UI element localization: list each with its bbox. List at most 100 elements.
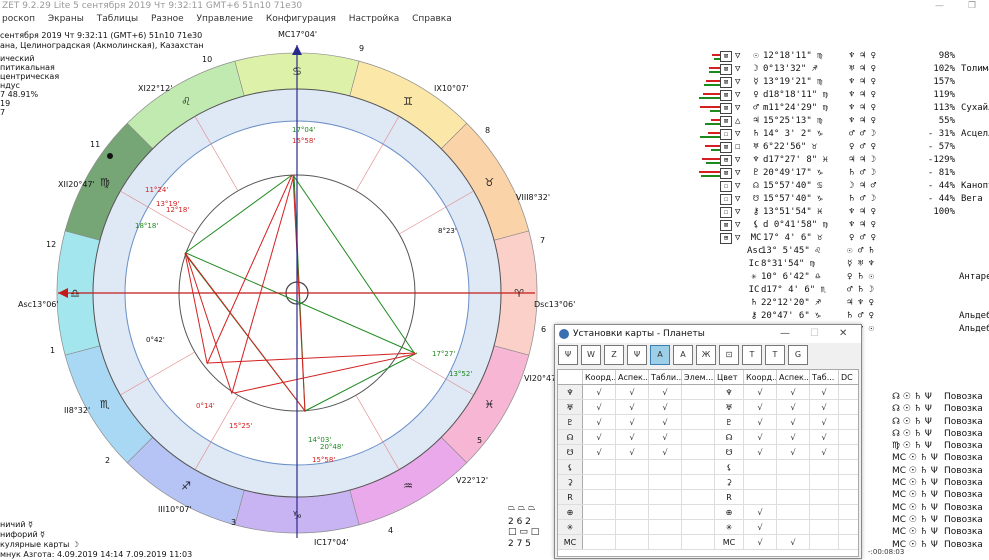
position-checkbox[interactable]: ⊠ <box>720 116 732 127</box>
grid-cell[interactable]: √ <box>648 399 682 415</box>
grid-cell[interactable] <box>681 534 715 550</box>
grid-row[interactable]: ♇ √ √ √ ♇ √ √ √ <box>558 414 858 430</box>
grid-row[interactable]: ♅ √ √ √ ♅ √ √ √ <box>558 399 858 415</box>
grid-cell[interactable] <box>838 474 858 490</box>
grid-cell[interactable]: √ <box>648 429 682 445</box>
dialog-toolbar-button[interactable]: T <box>765 345 785 365</box>
grid-column-header[interactable]: DC <box>838 370 858 385</box>
grid-cell[interactable]: √ <box>743 429 777 445</box>
position-row[interactable]: ☐ ▽ ⚷ 13°51'54" ♓ ♆ ♃ ♀ 100% <box>696 206 989 219</box>
position-row[interactable]: ☐▽ ♄ 14° 3' 2" ♑ ♂ ♂ ☽ - 31% Асцелла <box>696 128 989 141</box>
grid-column-header[interactable]: Коорд... <box>582 370 616 385</box>
position-row[interactable]: ⊞ ▽ ♆ d17°27' 8" ♓ ♃ ♃ ☽ -129% <box>696 154 989 167</box>
grid-cell[interactable]: √ <box>743 414 777 430</box>
position-checkbox[interactable] <box>720 312 730 321</box>
menu-item-settings[interactable]: Настройка <box>349 14 400 24</box>
grid-cell[interactable]: √ <box>615 384 649 400</box>
grid-row[interactable]: ☋ √ √ √ ☋ √ √ √ <box>558 444 858 460</box>
grid-cell[interactable] <box>809 474 839 490</box>
planets-grid[interactable]: Коорд... Аспек... Табли... Элем... Цвет Коорд… <box>557 369 859 557</box>
grid-row[interactable]: ⚸ ⚸ <box>558 459 858 475</box>
grid-cell[interactable]: √ <box>743 384 777 400</box>
position-checkbox[interactable] <box>720 286 730 295</box>
position-row[interactable]: ⊠ ▽ ♀ d18°18'11" ♍ ♆ ♃ ♀ 119% <box>696 89 989 102</box>
grid-cell[interactable]: √ <box>582 444 616 460</box>
grid-cell[interactable]: ☊ <box>714 429 744 445</box>
position-checkbox[interactable] <box>720 247 730 256</box>
grid-cell[interactable]: R <box>714 489 744 505</box>
grid-cell[interactable] <box>838 399 858 415</box>
configuration-row[interactable]: ♍ ☉ ♄ Ψ Повозка <box>892 440 983 452</box>
dialog-toolbar-button[interactable]: Z <box>604 345 624 365</box>
position-row[interactable]: ⊠▽ ☽ 0°13'32" ♐ ♅ ♃ ♀ 102% Толиман <box>696 63 989 76</box>
grid-cell[interactable] <box>681 504 715 520</box>
configuration-row[interactable]: MC ☉ ♄ Ψ Повозка <box>892 452 983 464</box>
dialog-minimize-button[interactable]: — <box>780 325 790 343</box>
position-row[interactable]: ⊠ ▽ ⚸ d 0°41'58" ♍ ♆ ♃ ♀ <box>696 219 989 232</box>
position-checkbox[interactable]: ⊠ <box>720 64 732 75</box>
grid-cell[interactable]: √ <box>743 444 777 460</box>
position-checkbox[interactable] <box>720 299 730 308</box>
grid-cell[interactable] <box>838 414 858 430</box>
position-checkbox[interactable] <box>720 273 730 282</box>
grid-cell[interactable]: √ <box>809 429 839 445</box>
grid-column-header[interactable]: Аспек... <box>776 370 810 385</box>
grid-cell[interactable] <box>776 474 810 490</box>
grid-cell[interactable]: √ <box>582 384 616 400</box>
grid-cell[interactable] <box>838 444 858 460</box>
grid-cell[interactable] <box>743 459 777 475</box>
configuration-row[interactable]: MC ☉ ♄ Ψ Повозка <box>892 465 983 477</box>
position-checkbox[interactable]: ☐ <box>720 129 732 140</box>
grid-cell[interactable]: √ <box>776 399 810 415</box>
grid-cell[interactable] <box>582 474 616 490</box>
grid-cell[interactable]: √ <box>776 414 810 430</box>
position-checkbox[interactable]: ⊠ <box>720 103 732 114</box>
configuration-row[interactable]: ☊ ☉ ♄ Ψ Повозка <box>892 416 983 428</box>
dialog-toolbar-button[interactable]: Ψ <box>627 345 647 365</box>
grid-cell[interactable] <box>615 534 649 550</box>
menu-item-goroskop[interactable]: роскоп <box>2 14 35 24</box>
grid-cell[interactable] <box>648 519 682 535</box>
grid-cell[interactable]: √ <box>776 384 810 400</box>
grid-cell[interactable]: ♆ <box>714 384 744 400</box>
grid-row[interactable]: MC MC √ √ <box>558 534 858 550</box>
position-row[interactable]: ♄ 22°12'20" ♐ ♃ ♆ ♀ <box>696 297 989 310</box>
grid-cell[interactable] <box>615 489 649 505</box>
grid-cell[interactable]: √ <box>743 534 777 550</box>
grid-column-header[interactable]: Коорд... <box>743 370 777 385</box>
grid-cell[interactable]: ☋ <box>714 444 744 460</box>
configuration-row[interactable]: MC ☉ ♄ Ψ Повозка <box>892 526 983 538</box>
grid-cell[interactable] <box>648 474 682 490</box>
grid-cell[interactable]: MC <box>714 534 744 550</box>
grid-cell[interactable]: √ <box>743 399 777 415</box>
grid-cell[interactable] <box>838 519 858 535</box>
grid-cell[interactable] <box>582 534 616 550</box>
grid-cell[interactable] <box>681 489 715 505</box>
grid-cell[interactable]: √ <box>776 444 810 460</box>
grid-cell[interactable] <box>838 489 858 505</box>
grid-cell[interactable]: ✳ <box>714 519 744 535</box>
grid-cell[interactable]: √ <box>743 519 777 535</box>
menu-item-misc[interactable]: Разное <box>151 14 184 24</box>
position-checkbox[interactable]: ☐ <box>720 194 732 205</box>
grid-cell[interactable]: √ <box>615 414 649 430</box>
position-checkbox[interactable]: ⊠ <box>720 51 732 62</box>
position-checkbox[interactable]: ⊞ <box>720 233 732 244</box>
grid-cell[interactable] <box>648 489 682 505</box>
grid-cell[interactable] <box>809 519 839 535</box>
grid-cell[interactable] <box>838 429 858 445</box>
configuration-row[interactable]: ☊ ☉ ♄ Ψ Повозка <box>892 403 983 415</box>
grid-cell[interactable]: √ <box>582 414 616 430</box>
configuration-row[interactable]: ☊ ☉ ♄ Ψ Повозка <box>892 428 983 440</box>
grid-cell[interactable] <box>648 504 682 520</box>
position-checkbox[interactable]: ☐ <box>720 181 732 192</box>
dialog-toolbar-button[interactable]: W <box>581 345 601 365</box>
position-checkbox[interactable]: ⊠ <box>720 90 732 101</box>
grid-cell[interactable]: ⚸ <box>714 459 744 475</box>
grid-column-header[interactable] <box>558 370 583 385</box>
dialog-toolbar-button[interactable]: Ж <box>696 345 716 365</box>
grid-row[interactable]: RR <box>558 489 858 505</box>
grid-row[interactable]: ⊕ ⊕ √ <box>558 504 858 520</box>
grid-cell[interactable] <box>809 504 839 520</box>
menu-item-configuration[interactable]: Конфигурация <box>266 14 336 24</box>
